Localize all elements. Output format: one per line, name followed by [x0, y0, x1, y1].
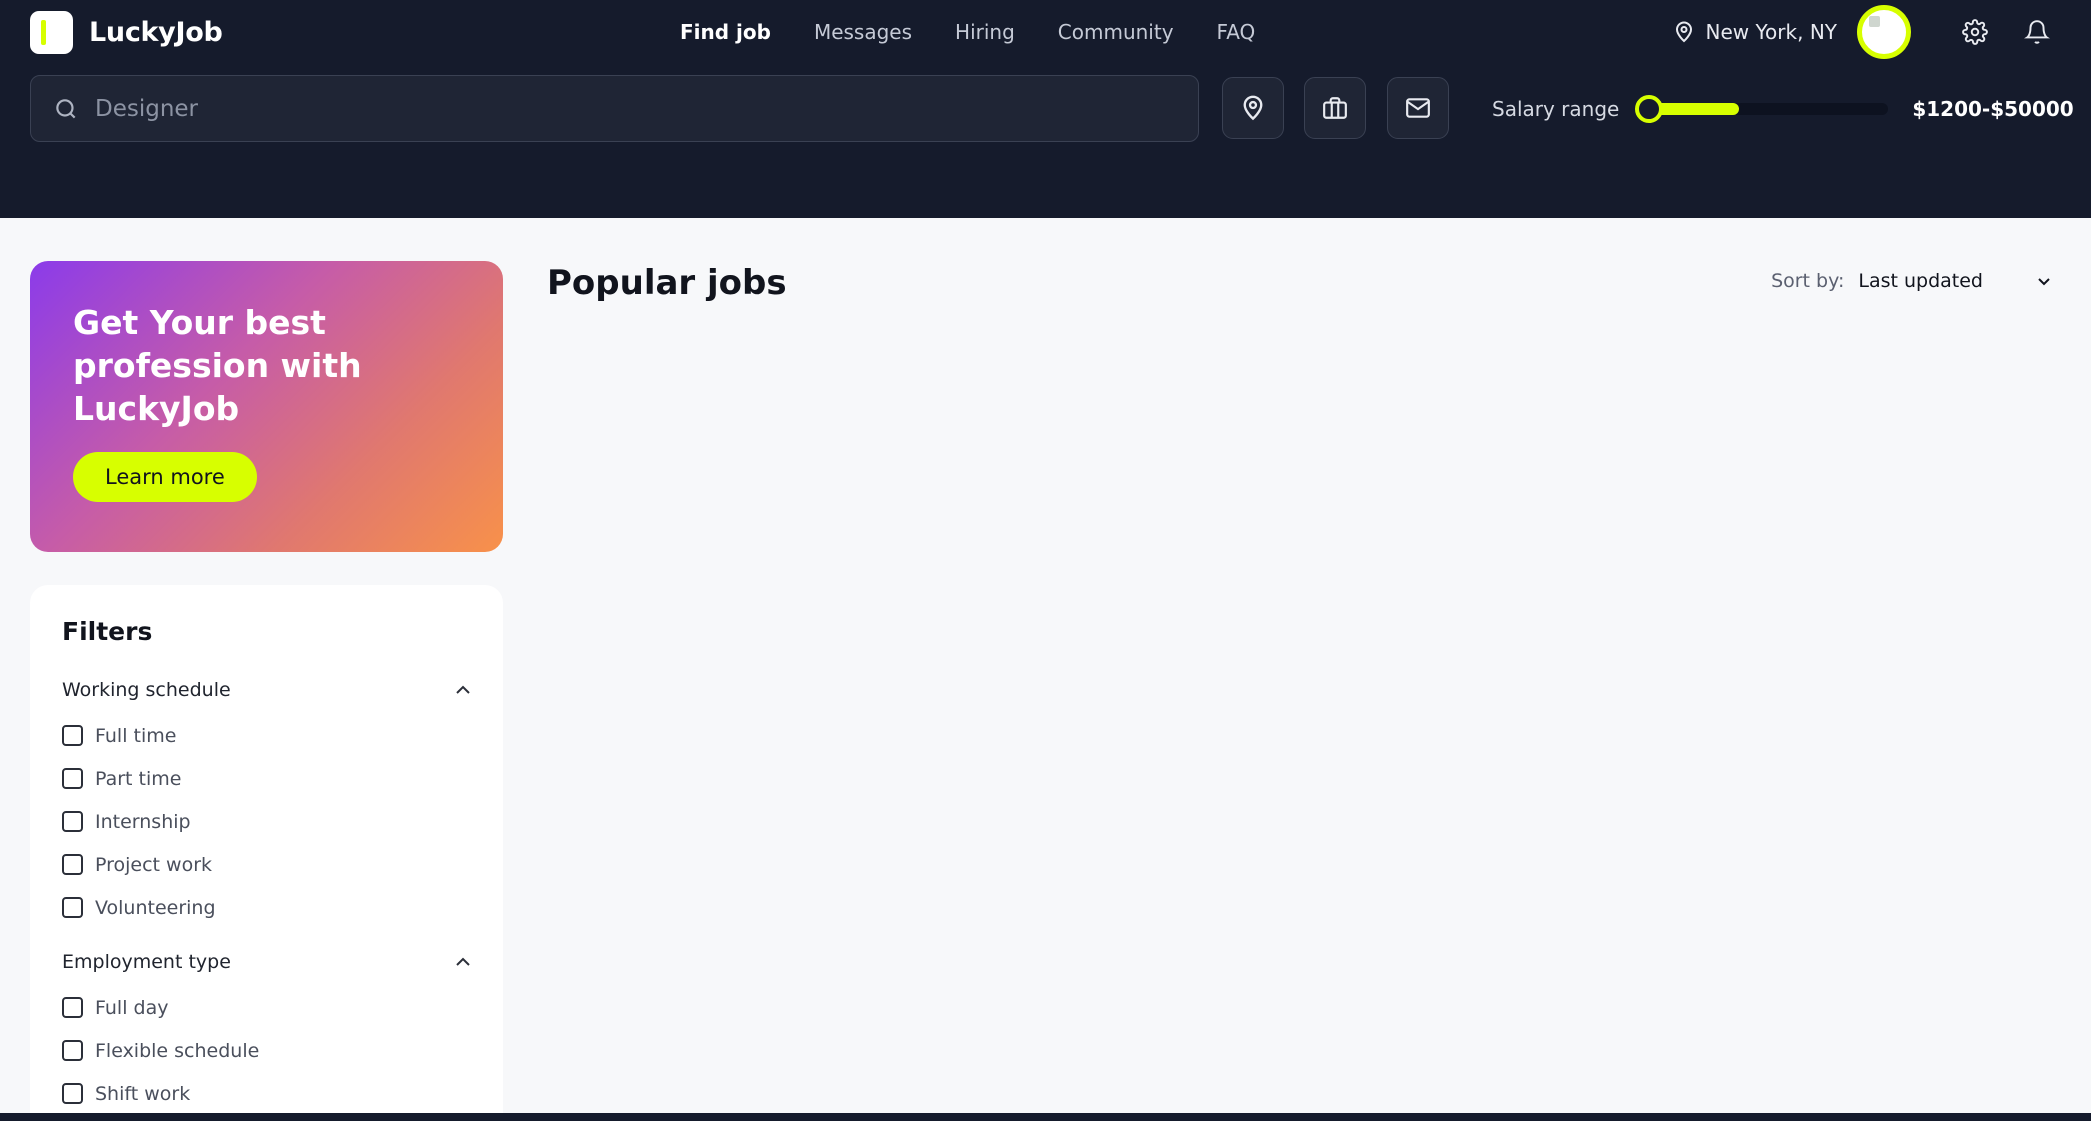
filter-group-title: Working schedule	[62, 679, 231, 701]
location-selector[interactable]: New York, NY	[1674, 20, 1837, 44]
notifications-button[interactable]	[2013, 8, 2061, 56]
page-title: Popular jobs	[547, 263, 787, 303]
checkbox[interactable]	[62, 1083, 83, 1104]
promo-banner: Get Your best profession with LuckyJob L…	[30, 261, 503, 552]
checkbox[interactable]	[62, 768, 83, 789]
filter-option-label: Internship	[95, 810, 191, 833]
location-filter-button[interactable]	[1222, 77, 1284, 139]
checkbox[interactable]	[62, 811, 83, 832]
filter-option-label: Full time	[95, 724, 177, 747]
checkbox[interactable]	[62, 997, 83, 1018]
filters-panel: Filters Working schedule Full time Part …	[30, 585, 503, 1121]
settings-gear-icon	[1962, 19, 1988, 45]
top-bar: LuckyJob Find job Messages Hiring Commun…	[30, 0, 2061, 64]
nav-faq[interactable]: FAQ	[1217, 20, 1256, 44]
salary-slider[interactable]	[1635, 94, 1889, 123]
chevron-up-icon[interactable]	[455, 685, 471, 695]
filter-option-internship[interactable]: Internship	[62, 800, 471, 843]
checkbox[interactable]	[62, 725, 83, 746]
search-row: Salary range $1200-$50000	[30, 75, 2074, 142]
filter-option-label: Volunteering	[95, 896, 216, 919]
filter-option-label: Project work	[95, 853, 213, 876]
sort-dropdown[interactable]: Sort by: Last updated	[1771, 270, 2051, 292]
learn-more-button[interactable]: Learn more	[73, 452, 257, 502]
chevron-down-icon[interactable]	[2037, 277, 2051, 286]
nav-messages[interactable]: Messages	[814, 20, 912, 44]
filter-option-label: Flexible schedule	[95, 1039, 260, 1062]
avatar[interactable]	[1857, 5, 1911, 59]
nav-hiring[interactable]: Hiring	[955, 20, 1015, 44]
filter-group-title: Employment type	[62, 951, 231, 973]
logo[interactable]: LuckyJob	[30, 10, 223, 54]
location-label: New York, NY	[1705, 20, 1837, 44]
nav-find-job[interactable]: Find job	[680, 20, 771, 44]
filter-group-employment-type: Employment type Full day Flexible schedu…	[62, 949, 471, 1115]
search-icon	[56, 98, 76, 118]
search-box[interactable]	[30, 75, 1199, 142]
salary-range-value: $1200-$50000	[1912, 96, 2074, 121]
filter-option-flexible-schedule[interactable]: Flexible schedule	[62, 1029, 471, 1072]
filter-option-full-day[interactable]: Full day	[62, 986, 471, 1029]
checkbox[interactable]	[62, 854, 83, 875]
main-nav: Find job Messages Hiring Community FAQ	[680, 0, 1255, 64]
search-input[interactable]	[95, 95, 1095, 122]
sort-value[interactable]: Last updated	[1858, 270, 1983, 292]
top-right-controls: New York, NY	[1674, 0, 2061, 64]
filter-option-part-time[interactable]: Part time	[62, 757, 471, 800]
header: LuckyJob Find job Messages Hiring Commun…	[0, 0, 2091, 218]
notification-bell-icon	[2024, 20, 2050, 44]
salary-range-label: Salary range	[1492, 96, 1620, 121]
settings-button[interactable]	[1951, 8, 1999, 56]
filter-group-working-schedule: Working schedule Full time Part time Int…	[62, 677, 471, 929]
chevron-up-icon[interactable]	[455, 957, 471, 967]
job-type-filter-button[interactable]	[1304, 77, 1366, 139]
filter-option-project-work[interactable]: Project work	[62, 843, 471, 886]
filter-option-label: Part time	[95, 767, 182, 790]
filter-option-full-time[interactable]: Full time	[62, 714, 471, 757]
filter-group-header[interactable]: Employment type	[62, 949, 471, 975]
filter-option-volunteering[interactable]: Volunteering	[62, 886, 471, 929]
checkbox[interactable]	[62, 1040, 83, 1061]
bottom-bar	[0, 1113, 2091, 1121]
filter-option-label: Full day	[95, 996, 169, 1019]
logo-text: LuckyJob	[89, 16, 223, 48]
filter-option-shift-work[interactable]: Shift work	[62, 1072, 471, 1115]
salary-range: Salary range $1200-$50000	[1492, 75, 2074, 142]
logo-mark-icon	[30, 10, 73, 54]
briefcase-icon	[1323, 97, 1347, 119]
messages-filter-button[interactable]	[1387, 77, 1449, 139]
salary-slider-handle[interactable]	[1635, 94, 1664, 123]
nav-community[interactable]: Community	[1058, 20, 1174, 44]
filters-title: Filters	[62, 617, 153, 646]
location-pin-icon	[1243, 95, 1263, 121]
sort-label: Sort by:	[1771, 270, 1845, 292]
promo-title: Get Your best profession with LuckyJob	[73, 303, 362, 428]
checkbox[interactable]	[62, 897, 83, 918]
filter-option-label: Shift work	[95, 1082, 191, 1105]
mail-icon	[1406, 98, 1430, 118]
location-pin-icon	[1675, 21, 1692, 43]
filter-group-header[interactable]: Working schedule	[62, 677, 471, 703]
